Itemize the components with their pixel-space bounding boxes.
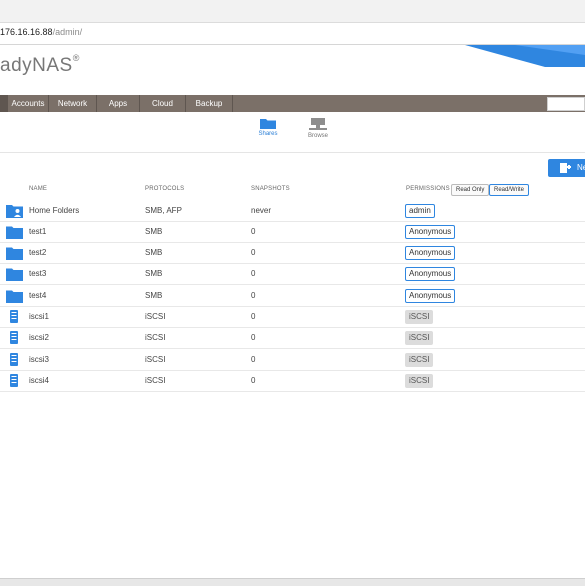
new-share-button[interactable]: Ne (548, 159, 585, 177)
iscsi-lun-icon (10, 374, 18, 387)
nav-item-backup[interactable]: Backup (186, 95, 233, 112)
share-snapshots: 0 (251, 248, 256, 257)
share-name: test3 (29, 269, 47, 278)
share-protocols: SMB (145, 227, 163, 236)
share-protocols: SMB (145, 248, 163, 257)
url-host: 176.16.16.88 (0, 27, 53, 37)
share-name: iscsi2 (29, 333, 50, 342)
header-swoosh-graphic (465, 45, 585, 67)
nav-item-accounts[interactable]: Accounts (8, 95, 49, 112)
share-protocols: SMB (145, 291, 163, 300)
permission-badge[interactable]: Anonymous (405, 225, 456, 239)
share-name: test2 (29, 248, 47, 257)
share-name: iscsi1 (29, 312, 50, 321)
new-share-icon (560, 163, 571, 173)
share-protocols: iSCSI (145, 376, 166, 385)
table-row[interactable]: iscsi3 iSCSI 0 iSCSI (0, 350, 585, 371)
table-row[interactable]: iscsi1 iSCSI 0 iSCSI (0, 307, 585, 328)
share-snapshots: 0 (251, 376, 256, 385)
table-row[interactable]: test3 SMB 0 Anonymous (0, 264, 585, 285)
table-row[interactable]: test1 SMB 0 Anonymous (0, 222, 585, 243)
logo-mark: ® (72, 53, 80, 63)
nav-item-cloud[interactable]: Cloud (140, 95, 186, 112)
table-row[interactable]: test2 SMB 0 Anonymous (0, 243, 585, 264)
permission-badge: iSCSI (405, 331, 434, 345)
share-name: test1 (29, 227, 47, 236)
address-bar[interactable]: 176.16.16.88/admin/ (0, 23, 585, 45)
share-snapshots: 0 (251, 355, 256, 364)
share-name: iscsi3 (29, 355, 50, 364)
read-write-button[interactable]: Read/Write (489, 184, 529, 196)
permission-badge[interactable]: Anonymous (405, 246, 456, 260)
nav-item-system[interactable] (0, 95, 8, 112)
column-header-snapshots[interactable]: SNAPSHOTS (251, 186, 290, 192)
main-nav: Accounts Network Apps Cloud Backup (0, 95, 585, 112)
subtab-bar: Shares Browse (0, 112, 585, 153)
share-snapshots: never (251, 206, 272, 215)
column-header-protocols[interactable]: PROTOCOLS (145, 186, 184, 192)
url-text[interactable]: 176.16.16.88/admin/ (0, 27, 82, 37)
folder-icon (6, 247, 23, 260)
column-header-name[interactable]: NAME (29, 186, 47, 192)
share-snapshots: 0 (251, 269, 256, 278)
table-row[interactable]: Home Folders SMB, AFP never admin (0, 201, 585, 222)
share-protocols: iSCSI (145, 312, 166, 321)
share-name: Home Folders (29, 206, 80, 215)
permission-badge: iSCSI (405, 374, 434, 388)
share-protocols: SMB (145, 269, 163, 278)
share-protocols: iSCSI (145, 333, 166, 342)
permission-badge: iSCSI (405, 353, 434, 367)
logo-text: adyNAS (0, 55, 73, 76)
folder-icon (260, 119, 276, 129)
iscsi-lun-icon (10, 353, 18, 366)
iscsi-lun-icon (10, 331, 18, 344)
tab-shares[interactable]: Shares (248, 117, 288, 137)
iscsi-lun-icon (10, 310, 18, 323)
tab-browse[interactable]: Browse (298, 117, 338, 139)
permission-badge[interactable]: Anonymous (405, 267, 456, 281)
share-snapshots: 0 (251, 227, 256, 236)
share-protocols: SMB, AFP (145, 206, 182, 215)
tab-browse-label: Browse (307, 133, 328, 139)
new-share-button-label: Ne (577, 163, 585, 172)
share-snapshots: 0 (251, 291, 256, 300)
read-only-button[interactable]: Read Only (451, 184, 490, 196)
table-row[interactable]: iscsi2 iSCSI 0 iSCSI (0, 328, 585, 349)
share-name: test4 (29, 291, 47, 300)
table-row[interactable]: test4 SMB 0 Anonymous (0, 286, 585, 307)
table-row[interactable]: iscsi4 iSCSI 0 iSCSI (0, 371, 585, 392)
nav-search-input[interactable] (547, 97, 585, 111)
share-snapshots: 0 (251, 312, 256, 321)
readynas-logo: adyNAS® (0, 53, 80, 77)
column-header-permissions: PERMISSIONS (406, 186, 450, 192)
share-name: iscsi4 (29, 376, 50, 385)
folder-icon (6, 290, 23, 303)
app-header: adyNAS® (0, 45, 585, 95)
browse-icon (309, 118, 327, 130)
home-folder-icon (6, 205, 23, 218)
tab-shares-label: Shares (258, 131, 278, 137)
permission-badge[interactable]: admin (405, 204, 435, 218)
browser-tab-strip (0, 0, 585, 23)
nav-item-network[interactable]: Network (49, 95, 97, 112)
nav-item-apps[interactable]: Apps (97, 95, 140, 112)
folder-icon (6, 268, 23, 281)
permission-badge: iSCSI (405, 310, 434, 324)
share-protocols: iSCSI (145, 355, 166, 364)
permission-badge[interactable]: Anonymous (405, 289, 456, 303)
share-snapshots: 0 (251, 333, 256, 342)
folder-icon (6, 226, 23, 239)
url-path: /admin/ (52, 27, 83, 37)
